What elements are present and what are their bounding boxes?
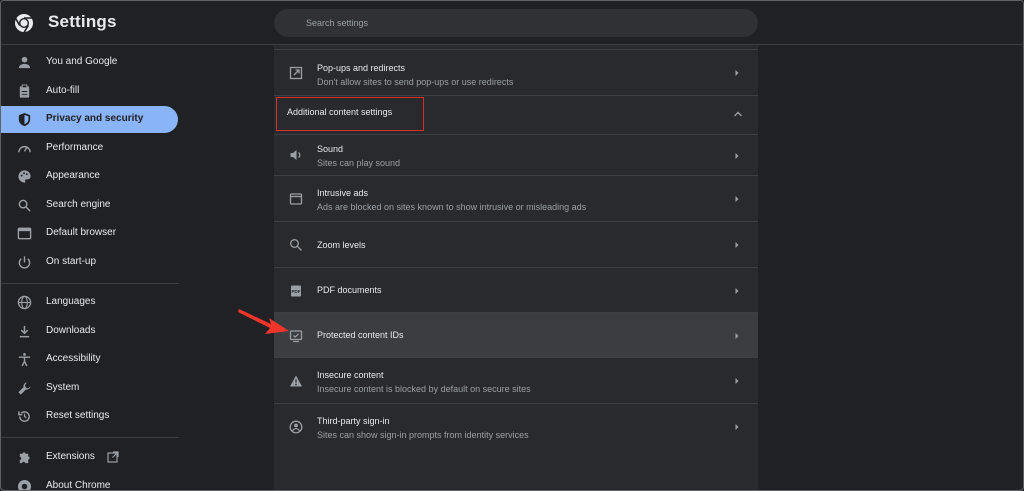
zoom-icon — [290, 239, 302, 251]
sidebar-item-label: Search engine — [46, 199, 111, 210]
chevron-right-icon — [735, 70, 739, 76]
chevron-right-icon — [735, 242, 739, 248]
speaker-icon — [290, 150, 301, 160]
puzzle-icon — [19, 452, 30, 464]
sidebar-item-label: About Chrome — [46, 480, 111, 491]
sidebar-item-label: System — [46, 382, 80, 393]
reset-icon — [18, 411, 30, 422]
row-title: PDF documents — [317, 285, 382, 295]
chrome-logo-icon — [14, 14, 33, 33]
row-title: Protected content IDs — [317, 330, 404, 340]
sidebar-item-label: Extensions — [46, 451, 95, 462]
sidebar-item-search-engine[interactable]: Search engine — [1, 192, 178, 219]
chevron-right-icon — [735, 288, 739, 294]
content-settings-card: Pop-ups and redirects Don't allow sites … — [274, 45, 758, 490]
row-popups-and-redirects[interactable]: Pop-ups and redirects Don't allow sites … — [274, 49, 758, 95]
sidebar-item-label: Downloads — [46, 325, 96, 336]
sidebar-item-label: You and Google — [46, 56, 118, 67]
sidebar-item-default-browser[interactable]: Default browser — [1, 220, 178, 247]
sidebar-item-you-and-google[interactable]: You and Google — [1, 49, 178, 76]
sidebar-item-label: Reset settings — [46, 410, 110, 421]
row-subtitle: Sites can play sound — [317, 158, 401, 168]
pdf-icon: PDF — [291, 285, 301, 297]
row-subtitle: Don't allow sites to send pop-ups or use… — [317, 77, 514, 87]
speedometer-icon — [18, 146, 31, 153]
palette-icon — [18, 170, 31, 183]
sidebar-item-label: On start-up — [46, 256, 97, 267]
red-arrow-annotation — [238, 309, 289, 334]
chrome-icon — [17, 479, 32, 490]
clipboard-icon — [19, 84, 30, 98]
chevron-right-icon — [735, 153, 739, 159]
sidebar-item-about-chrome[interactable]: About Chrome — [1, 473, 178, 491]
sidebar-item-performance[interactable]: Performance — [1, 135, 178, 162]
row-title: Third-party sign-in — [317, 416, 390, 426]
person-icon — [18, 56, 31, 69]
chevron-up-icon[interactable] — [732, 108, 744, 120]
sidebar-item-languages[interactable]: Languages — [1, 289, 178, 316]
sidebar-divider — [1, 283, 179, 284]
header: Settings — [1, 1, 1023, 45]
row-zoom-levels[interactable]: Zoom levels — [274, 221, 758, 267]
row-title: Pop-ups and redirects — [317, 63, 406, 73]
section-title: Additional content settings — [287, 107, 393, 117]
external-link-icon[interactable] — [107, 451, 119, 463]
chevron-right-icon — [735, 333, 739, 339]
row-intrusive-ads[interactable]: Intrusive ads Ads are blocked on sites k… — [274, 175, 758, 221]
page-title: Settings — [48, 12, 117, 31]
row-subtitle: Insecure content is blocked by default o… — [317, 384, 531, 394]
browser-icon — [17, 227, 32, 240]
sidebar-item-label: Performance — [46, 142, 104, 153]
row-sound[interactable]: Sound Sites can play sound — [274, 134, 758, 175]
svg-text:PDF: PDF — [292, 289, 301, 294]
account-icon — [289, 420, 303, 434]
sidebar-item-label: Privacy and security — [46, 113, 144, 124]
sidebar-item-downloads[interactable]: Downloads — [1, 318, 178, 345]
warning-icon — [290, 375, 302, 387]
open-in-new-icon — [289, 66, 303, 80]
chevron-right-icon — [735, 378, 739, 384]
sidebar-item-privacy-and-security[interactable]: Privacy and security — [1, 106, 178, 133]
sidebar-item-system[interactable]: System — [1, 375, 178, 402]
sidebar-item-on-start-up[interactable]: On start-up — [1, 249, 178, 276]
download-icon — [19, 325, 30, 338]
sidebar-item-label: Default browser — [46, 227, 117, 238]
accessibility-icon — [18, 352, 31, 367]
row-subtitle: Sites can show sign-in prompts from iden… — [317, 430, 529, 440]
row-subtitle: Ads are blocked on sites known to show i… — [317, 202, 587, 212]
sidebar-item-label: Accessibility — [46, 353, 101, 364]
globe-icon — [17, 295, 32, 310]
row-pdf-documents[interactable]: PDF PDF documents — [274, 267, 758, 312]
wrench-icon — [18, 382, 31, 395]
chevron-right-icon — [735, 424, 739, 430]
sidebar-item-label: Languages — [46, 296, 96, 307]
row-title: Intrusive ads — [317, 188, 369, 198]
sidebar-item-auto-fill[interactable]: Auto-fill — [1, 78, 178, 105]
row-title: Insecure content — [317, 370, 384, 380]
power-icon — [18, 256, 31, 269]
sidebar-item-appearance[interactable]: Appearance — [1, 163, 178, 190]
sidebar-item-label: Auto-fill — [46, 85, 80, 96]
settings-window: Settings You and Google Auto-fill Privac… — [0, 0, 1024, 491]
sidebar-item-extensions[interactable]: Extensions — [1, 444, 178, 471]
additional-content-settings-header[interactable]: Additional content settings — [274, 95, 758, 134]
window-icon — [289, 193, 303, 205]
row-title: Zoom levels — [317, 240, 366, 250]
sidebar: You and Google Auto-fill Privacy and sec… — [1, 45, 181, 491]
row-title: Sound — [317, 144, 344, 154]
sidebar-item-accessibility[interactable]: Accessibility — [1, 346, 178, 373]
row-protected-content-ids[interactable]: Protected content IDs — [274, 312, 758, 357]
sidebar-item-reset-settings[interactable]: Reset settings — [1, 403, 178, 430]
row-insecure-content[interactable]: Insecure content Insecure content is blo… — [274, 357, 758, 403]
sidebar-divider — [1, 437, 179, 438]
search-icon — [18, 199, 31, 212]
search-input[interactable] — [274, 9, 758, 37]
protected-content-icon — [289, 330, 303, 343]
row-third-party-sign-in[interactable]: Third-party sign-in Sites can show sign-… — [274, 403, 758, 449]
sidebar-item-label: Appearance — [46, 170, 100, 181]
shield-icon — [18, 112, 31, 127]
chevron-right-icon — [735, 196, 739, 202]
